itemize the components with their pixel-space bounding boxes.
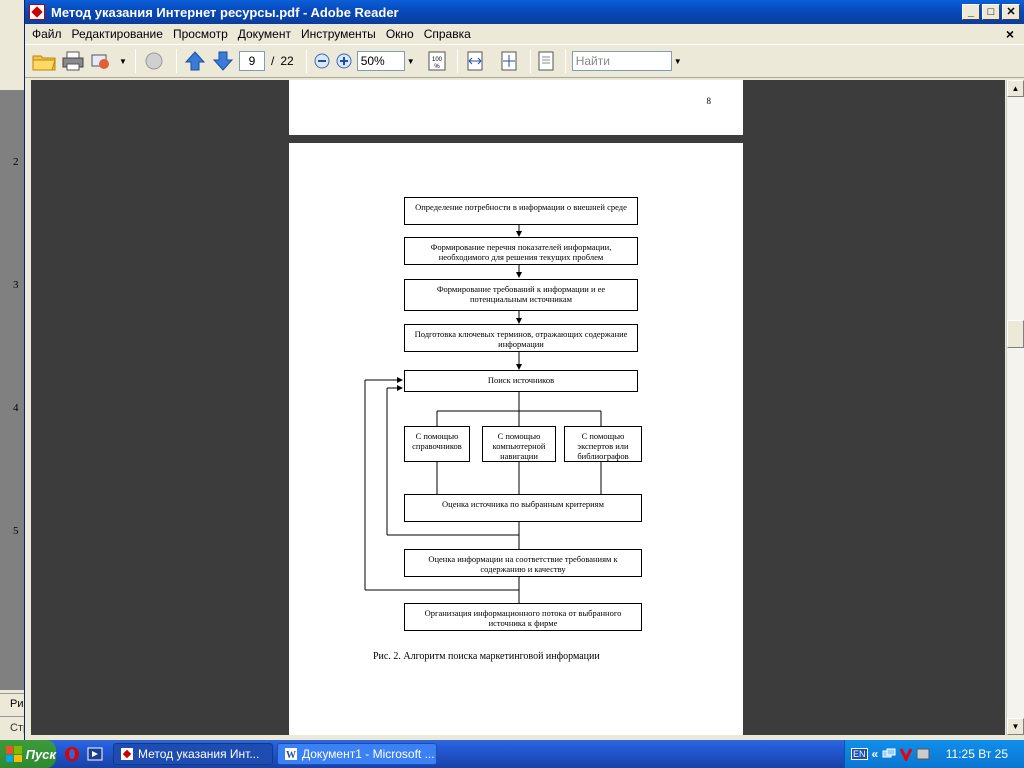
opera-icon[interactable] [62, 744, 82, 764]
print-icon[interactable] [61, 48, 85, 74]
title-bar[interactable]: Метод указания Интернет ресурсы.pdf - Ad… [25, 0, 1024, 24]
desktop: 2 3 4 5 Ри Стр Метод указания Интернет р… [0, 0, 1024, 768]
actual-size-icon[interactable]: 100% [427, 48, 447, 74]
zoom-dropdown-icon[interactable]: ▼ [405, 57, 417, 66]
toolbar-separator [135, 49, 136, 73]
ruler-number: 5 [13, 525, 19, 537]
menu-view[interactable]: Просмотр [168, 27, 233, 41]
flowchart-step-info-evaluation: Оценка информации на соответствие требов… [404, 549, 642, 577]
windows-logo-icon [6, 746, 22, 762]
find-dropdown-icon[interactable]: ▼ [672, 57, 684, 66]
language-indicator[interactable]: EN [851, 748, 868, 760]
flowchart-step-info-flow: Организация информационного потока от вы… [404, 603, 642, 631]
menu-help[interactable]: Справка [419, 27, 476, 41]
taskbar-item-adobe-reader[interactable]: Метод указания Инт... [113, 743, 273, 765]
toolbar-separator [529, 49, 531, 73]
start-button[interactable]: Пуск [0, 740, 56, 768]
taskbar: Пуск Метод указания Инт... W Документ1 -… [0, 740, 1024, 768]
maximize-button[interactable]: □ [982, 4, 1000, 20]
ruler-number: 4 [13, 402, 19, 414]
svg-text:100: 100 [432, 57, 443, 63]
fit-page-icon[interactable] [498, 48, 520, 74]
next-page-icon[interactable] [211, 48, 235, 74]
flowchart-step-need-definition: Определение потребности в информации о в… [404, 197, 638, 225]
toolbar-separator [305, 49, 307, 73]
toolbar-separator [456, 49, 458, 73]
flowchart-branch-computer-navigation: С помощью компьютерной навигации [482, 426, 556, 462]
flowchart-step-source-search: Поиск источников [404, 370, 638, 392]
page-number: 8 [706, 96, 712, 106]
svg-text:%: % [434, 64, 440, 70]
clock[interactable]: 11:25 Вт 25 [946, 747, 1008, 761]
task-label: Документ1 - Microsoft ... [302, 747, 435, 761]
flowchart-step-indicator-list: Формирование перечня показателей информа… [404, 237, 638, 265]
menu-document[interactable]: Документ [233, 27, 296, 41]
media-player-icon[interactable] [85, 744, 105, 764]
previous-page-icon[interactable] [183, 48, 207, 74]
menu-window[interactable]: Окно [381, 27, 419, 41]
toolbar-separator [564, 49, 566, 73]
zoom-level-input[interactable]: 50% [356, 51, 405, 71]
minimize-button[interactable]: _ [962, 4, 980, 20]
zoom-out-icon[interactable] [313, 48, 331, 74]
scroll-up-icon[interactable]: ▲ [1007, 80, 1024, 97]
flowchart-step-requirements: Формирование требований к информации и е… [404, 279, 638, 311]
single-page-icon[interactable] [537, 48, 555, 74]
antivirus-icon[interactable] [899, 747, 913, 761]
flowchart-step-source-evaluation: Оценка источника по выбранным критериям [404, 494, 642, 522]
menu-tools[interactable]: Инструменты [296, 27, 381, 41]
flowchart-step-key-terms: Подготовка ключевых терминов, отражающих… [404, 324, 638, 352]
menu-bar: Файл Редактирование Просмотр Документ Ин… [25, 24, 1024, 44]
figure-caption: Рис. 2. Алгоритм поиска маркетинговой ин… [373, 651, 600, 662]
scroll-thumb[interactable] [1007, 320, 1024, 348]
word-icon: W [285, 748, 297, 761]
pdf-icon [121, 748, 133, 760]
scroll-down-icon[interactable]: ▼ [1007, 718, 1024, 735]
close-button[interactable]: ✕ [1002, 4, 1020, 20]
toolbar-separator [176, 49, 177, 73]
flowchart-branch-experts: С помощью экспертов или библиографов [564, 426, 642, 462]
vertical-scrollbar[interactable]: ▲ ▼ [1006, 80, 1024, 735]
pdf-page-previous: 8 [289, 80, 743, 135]
svg-text:W: W [286, 750, 296, 761]
chevron-down-icon[interactable]: ▼ [117, 57, 129, 66]
start-label: Пуск [25, 746, 56, 762]
taskbar-item-word[interactable]: W Документ1 - Microsoft ... [277, 743, 437, 765]
volume-icon[interactable] [916, 747, 930, 761]
network-icon[interactable] [882, 747, 896, 761]
pdf-app-icon [29, 4, 45, 20]
system-tray: EN « 11:25 Вт 25 [844, 740, 1024, 768]
document-close-icon[interactable]: × [1006, 26, 1014, 42]
email-icon[interactable] [89, 48, 113, 74]
pdf-page-current: Определение потребности в информации о в… [289, 143, 743, 735]
toolbar: ▼ 9 / 22 50% ▼ 100% Найти ▼ [25, 44, 1024, 78]
ruler-number: 3 [13, 279, 19, 291]
open-folder-icon[interactable] [31, 48, 57, 74]
page-number-input[interactable]: 9 [239, 51, 265, 71]
adobe-reader-window: Метод указания Интернет ресурсы.pdf - Ad… [24, 0, 1024, 740]
find-input[interactable]: Найти [571, 51, 672, 71]
document-viewport[interactable]: 8 Определение потребности в информации о… [31, 80, 1005, 735]
fit-width-icon[interactable] [464, 48, 486, 74]
hand-tool-icon[interactable] [142, 48, 166, 74]
vertical-ruler: 2 3 4 5 [0, 90, 24, 690]
flowchart-branch-references: С помощью справочников [404, 426, 470, 462]
page-separator: / [271, 54, 275, 68]
total-pages: 22 [280, 54, 294, 68]
window-title: Метод указания Интернет ресурсы.pdf - Ad… [51, 4, 399, 20]
menu-file[interactable]: Файл [27, 27, 67, 41]
zoom-in-icon[interactable] [335, 48, 353, 74]
ruler-number: 2 [13, 156, 19, 168]
task-label: Метод указания Инт... [138, 747, 260, 761]
tray-expand-icon[interactable]: « [872, 747, 879, 761]
flowchart: Определение потребности в информации о в… [289, 143, 743, 735]
menu-edit[interactable]: Редактирование [67, 27, 168, 41]
